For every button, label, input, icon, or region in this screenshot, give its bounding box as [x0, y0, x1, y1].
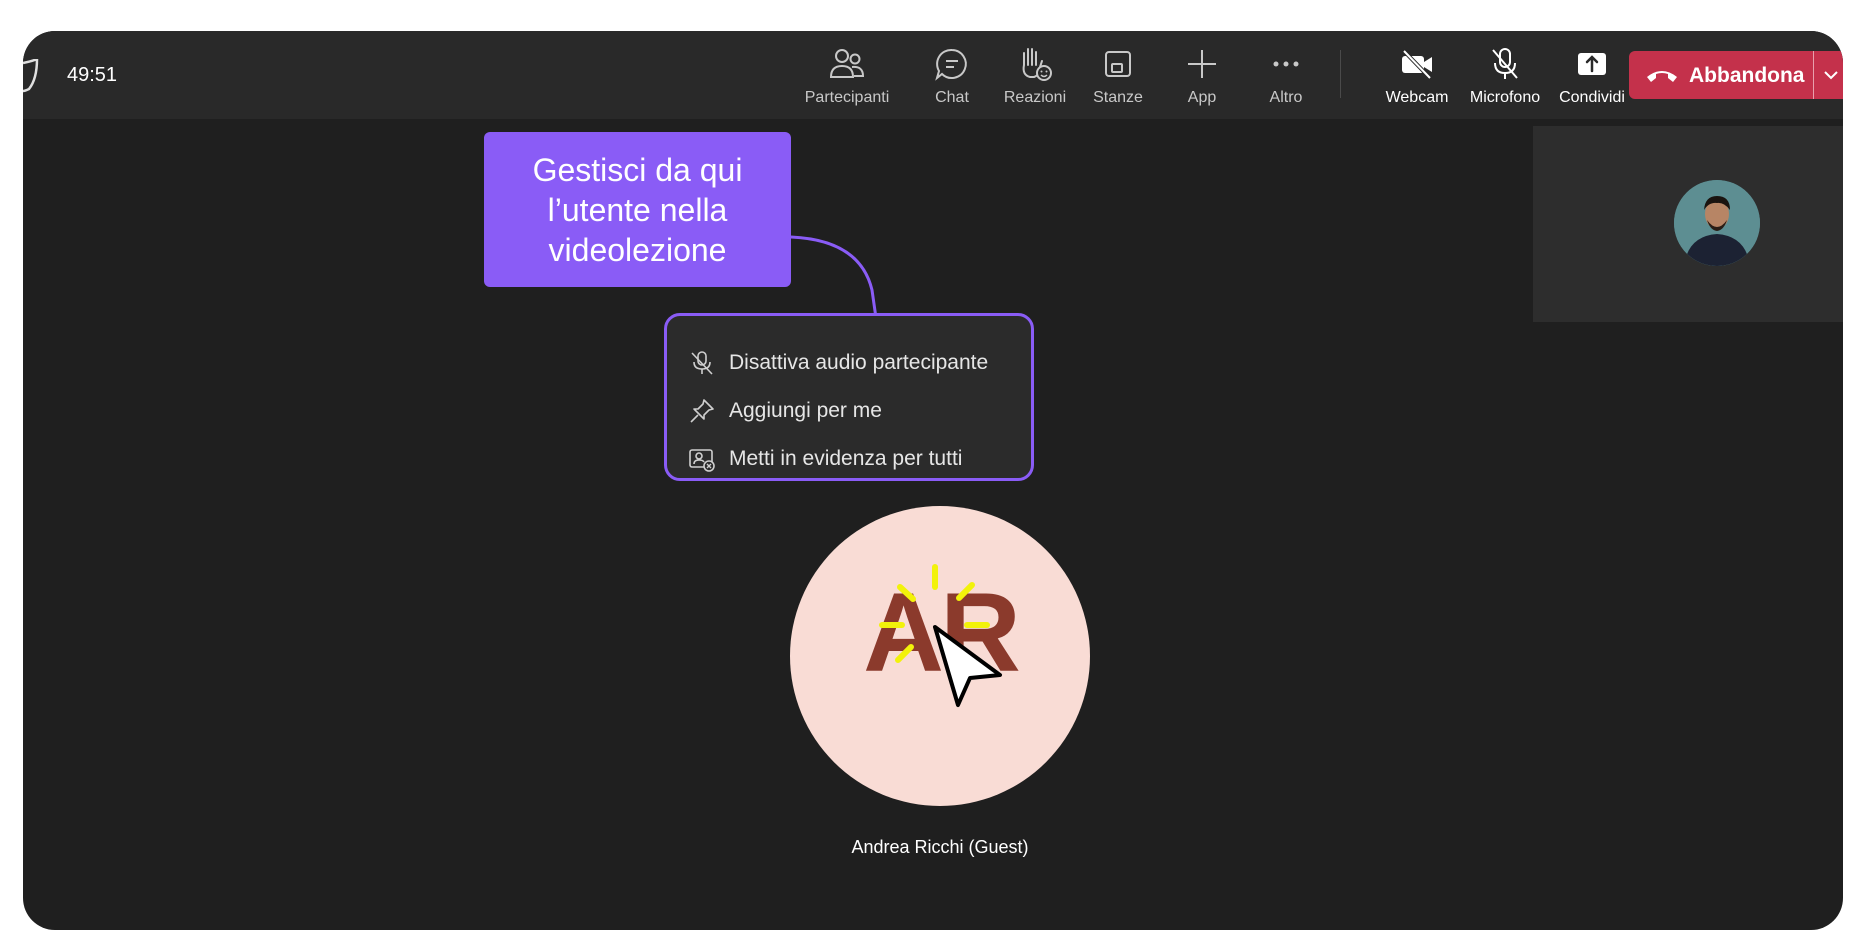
camera-off-icon [1402, 49, 1432, 80]
pin-icon [690, 399, 714, 423]
mic-off-icon [1492, 48, 1518, 79]
callout-line-3: videolezione [548, 232, 727, 268]
participant-context-menu: Disattiva audio partecipante Aggiungi pe… [664, 313, 1034, 481]
more-label: Altro [1269, 89, 1303, 106]
webcam-button[interactable]: Webcam [1369, 41, 1465, 111]
chat-button[interactable]: Chat [904, 41, 1000, 111]
chat-icon [935, 48, 967, 81]
shield-icon [23, 59, 39, 93]
leave-button[interactable]: Abbandona [1629, 51, 1843, 99]
chat-label: Chat [935, 89, 969, 106]
menu-item-label: Disattiva audio partecipante [729, 351, 989, 374]
self-avatar [1674, 180, 1760, 266]
toolbar-divider [1340, 50, 1341, 98]
participants-button[interactable]: Partecipanti [799, 41, 895, 111]
menu-item-label: Metti in evidenza per tutti [729, 447, 963, 470]
hang-up-icon [1647, 71, 1677, 82]
spotlight-icon [689, 449, 715, 472]
raise-hand-icon [1022, 48, 1052, 81]
meeting-toolbar: 49:51 Partecipanti Chat Reazioni Stanze … [23, 31, 1843, 119]
apps-label: App [1187, 89, 1217, 106]
webcam-label: Webcam [1385, 89, 1449, 106]
rooms-icon [1105, 51, 1131, 77]
plus-icon [1188, 50, 1216, 78]
people-icon [829, 49, 865, 78]
microphone-button[interactable]: Microfono [1457, 41, 1553, 111]
callout-line-2: l’utente nella [547, 192, 728, 228]
menu-item-spotlight-for-all[interactable]: Metti in evidenza per tutti [689, 438, 1009, 478]
rooms-button[interactable]: Stanze [1070, 41, 1166, 111]
participant-name: Andrea Ricchi (Guest) [851, 837, 1029, 857]
mic-off-icon [691, 351, 713, 375]
share-screen-icon [1578, 53, 1606, 75]
microphone-label: Microfono [1469, 89, 1541, 106]
tutorial-callout: Gestisci da qui l’utente nella videolezi… [484, 132, 791, 287]
mouse-pointer-icon [879, 564, 1002, 707]
reactions-button[interactable]: Reazioni [987, 41, 1083, 111]
apps-button[interactable]: App [1154, 41, 1250, 111]
leave-split-divider [1813, 51, 1814, 99]
menu-item-label: Aggiungi per me [729, 399, 882, 422]
menu-item-pin-for-me[interactable]: Aggiungi per me [689, 390, 1009, 430]
callout-line-1: Gestisci da qui [532, 152, 743, 188]
menu-item-mute-participant[interactable]: Disattiva audio partecipante [689, 342, 1009, 382]
share-label: Condividi [1559, 89, 1625, 106]
reactions-label: Reazioni [1003, 89, 1067, 106]
more-icon [1273, 61, 1299, 67]
participants-label: Partecipanti [804, 89, 890, 106]
share-button[interactable]: Condividi [1544, 41, 1640, 111]
meeting-timer: 49:51 [67, 64, 118, 86]
chevron-down-icon[interactable] [1821, 65, 1841, 85]
rooms-label: Stanze [1093, 89, 1143, 106]
leave-label: Abbandona [1689, 64, 1805, 87]
self-video-tile[interactable] [1533, 126, 1843, 322]
person-photo-icon [1674, 180, 1760, 266]
more-button[interactable]: Altro [1238, 41, 1334, 111]
